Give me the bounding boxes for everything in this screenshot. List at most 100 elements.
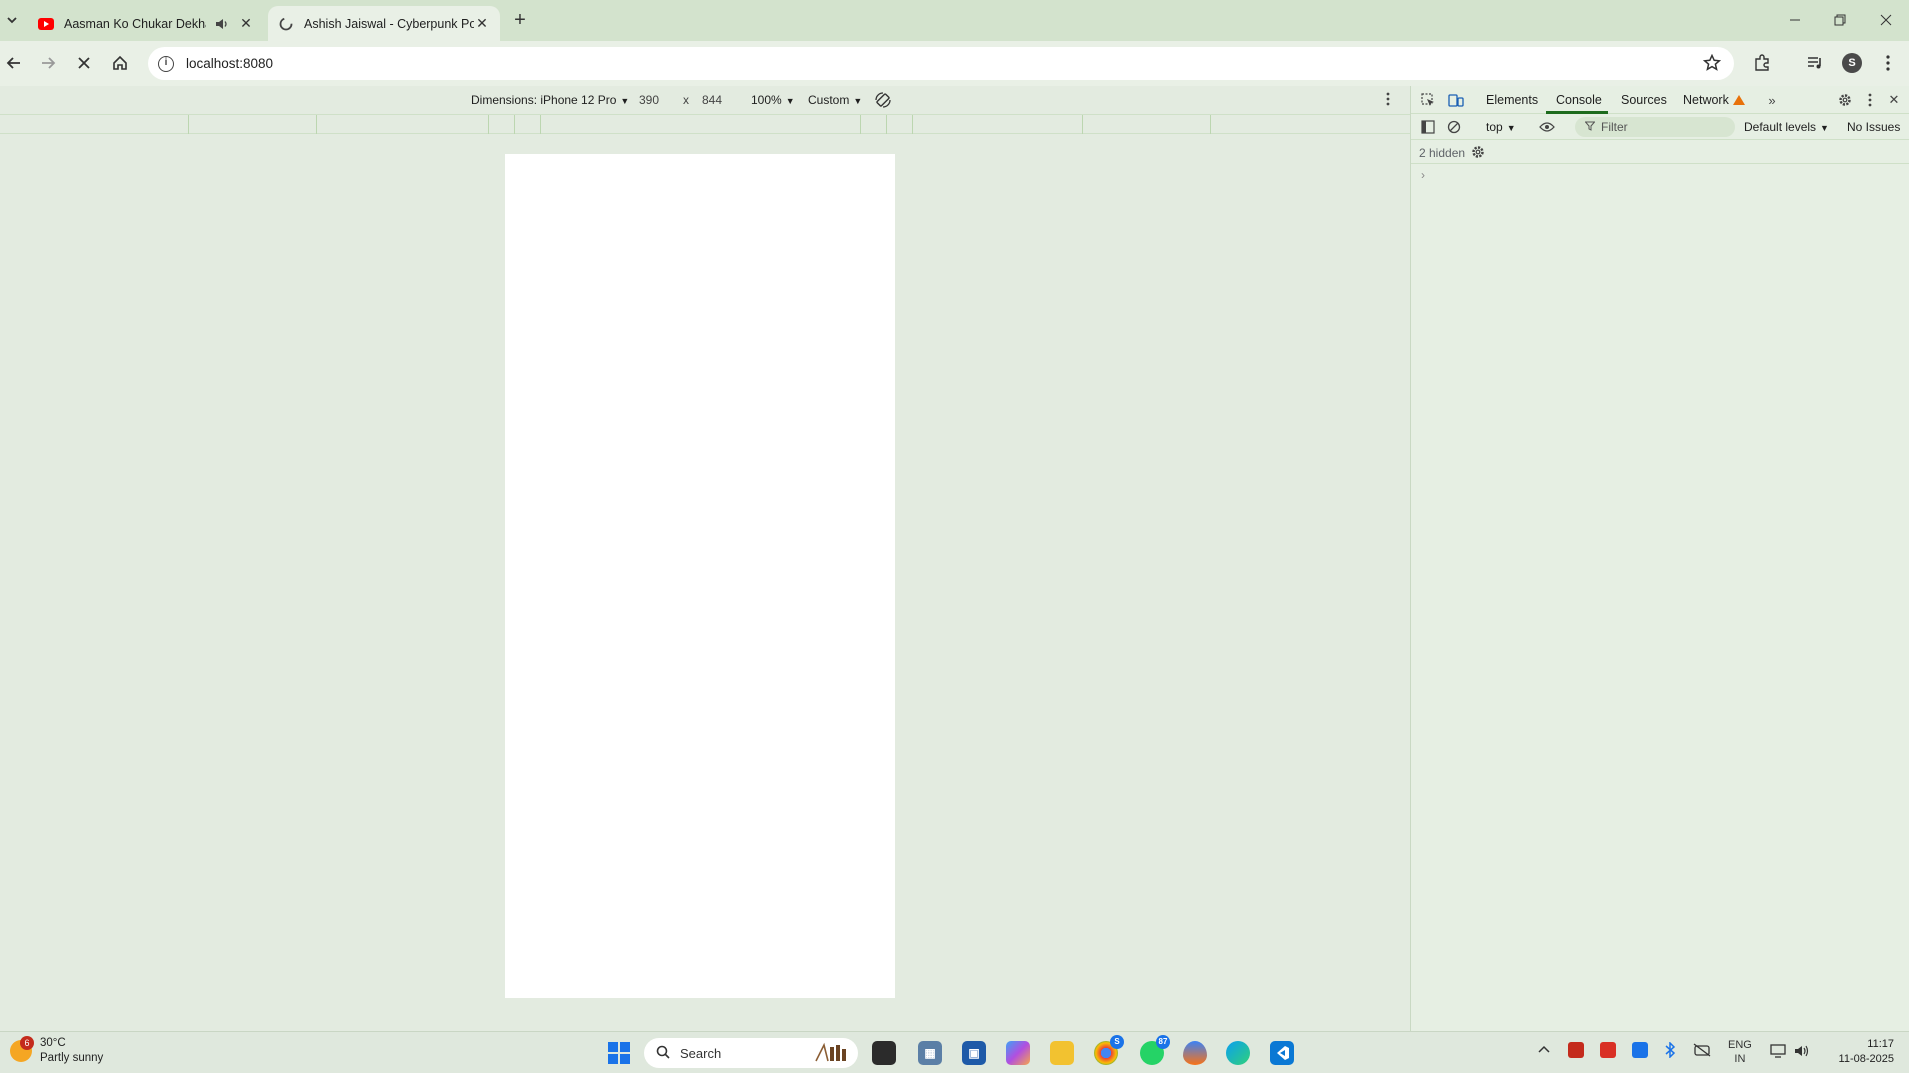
extensions-puzzle-icon[interactable] — [1750, 51, 1774, 75]
vscode-icon[interactable] — [1270, 1041, 1294, 1065]
device-width-input[interactable]: 390 — [639, 93, 659, 107]
bluetooth-icon[interactable] — [1664, 1041, 1676, 1061]
log-levels-label: Default levels — [1744, 120, 1817, 134]
filter-input[interactable]: Filter — [1575, 117, 1735, 137]
network-off-icon[interactable] — [1693, 1043, 1711, 1060]
chrome-icon[interactable]: S — [1094, 1035, 1124, 1065]
devtools-menu-icon[interactable] — [1861, 91, 1879, 109]
close-window-icon[interactable] — [1864, 6, 1908, 34]
media-query-ruler[interactable] — [0, 114, 1410, 134]
bookmark-star-icon[interactable] — [1700, 51, 1724, 75]
copilot-icon[interactable] — [1006, 1041, 1030, 1065]
ruler-tick — [912, 115, 913, 134]
input-language[interactable]: ENG IN — [1728, 1038, 1752, 1066]
weather-notification-badge: 6 — [20, 1036, 34, 1050]
tab-title: Ashish Jaiswal - Cyberpunk Port — [304, 16, 474, 31]
taskbar-search[interactable]: Search — [644, 1038, 858, 1068]
tab-strip: Aasman Ko Chukar Dekha | ✕ Ashish Jaiswa… — [0, 0, 1909, 41]
clock-date: 11-08-2025 — [1838, 1053, 1894, 1065]
browser-menu-icon[interactable] — [1876, 51, 1900, 75]
hidden-count: 2 hidden — [1419, 146, 1466, 160]
console-toolbar: top ▼ Filter Default levels ▼ No Issues — [1411, 114, 1909, 140]
tab-youtube[interactable]: Aasman Ko Chukar Dekha | ✕ — [28, 6, 264, 41]
tray-security-icon[interactable] — [1632, 1042, 1648, 1058]
ruler-tick — [188, 115, 189, 134]
tab-console[interactable]: Console — [1556, 93, 1602, 107]
tab-elements[interactable]: Elements — [1486, 93, 1538, 107]
chevron-down-icon: ▼ — [785, 96, 795, 106]
store-icon[interactable]: ▣ — [962, 1041, 986, 1065]
inspect-element-icon[interactable] — [1419, 91, 1437, 109]
stop-loading-icon[interactable] — [70, 49, 98, 77]
file-explorer-icon[interactable] — [1050, 1041, 1074, 1065]
media-queue-icon[interactable] — [1803, 51, 1827, 75]
close-devtools-icon[interactable]: ✕ — [1885, 91, 1903, 109]
clock-time: 11:17 — [1867, 1038, 1894, 1050]
url-text[interactable]: localhost:8080 — [186, 56, 273, 71]
system-clock[interactable]: 11:17 11-08-2025 — [1826, 1037, 1894, 1067]
log-levels-select[interactable]: Default levels ▼ — [1744, 120, 1829, 134]
warning-icon — [1732, 95, 1745, 105]
profile-avatar[interactable]: S — [1842, 53, 1862, 73]
ruler-tick — [540, 115, 541, 134]
ruler-tick — [316, 115, 317, 134]
speaker-icon[interactable] — [214, 16, 230, 32]
site-info-icon[interactable]: i — [158, 55, 174, 72]
restore-icon[interactable] — [1818, 6, 1862, 34]
settings-gear-icon[interactable] — [1836, 91, 1854, 109]
chrome-profile-badge: S — [1110, 1035, 1124, 1049]
live-expression-eye-icon[interactable] — [1538, 118, 1556, 136]
close-tab-icon[interactable]: ✕ — [238, 15, 254, 32]
tab-network-label: Network — [1683, 93, 1729, 107]
sidebar-toggle-icon[interactable] — [1419, 118, 1437, 136]
throttle-select[interactable]: Custom ▼ — [808, 93, 862, 107]
globe-loading-icon — [278, 16, 294, 32]
home-icon[interactable] — [106, 49, 134, 77]
weather-widget[interactable]: 6 30°C Partly sunny — [10, 1036, 103, 1066]
console-prompt[interactable]: › — [1421, 168, 1425, 182]
input-language-region: IN — [1734, 1053, 1746, 1065]
start-windows-icon[interactable] — [608, 1042, 630, 1064]
device-toggle-icon[interactable] — [1447, 91, 1465, 109]
tab-sources[interactable]: Sources — [1621, 93, 1667, 107]
devtools-tab-bar: Elements Console Sources Network » ✕ — [1411, 86, 1909, 114]
clear-console-icon[interactable] — [1445, 118, 1463, 136]
tab-network[interactable]: Network — [1683, 93, 1745, 107]
back-icon[interactable] — [0, 49, 28, 77]
windows-taskbar: 6 30°C Partly sunny Search ▦ ▣ S 87 ENG … — [0, 1031, 1909, 1073]
display-network-icon[interactable] — [1770, 1044, 1786, 1061]
tab-title: Aasman Ko Chukar Dekha | — [64, 16, 206, 31]
console-settings-gear-icon[interactable] — [1469, 143, 1487, 161]
tab-search-chevron-icon[interactable] — [2, 10, 22, 30]
minimize-icon[interactable] — [1773, 6, 1817, 34]
edge-icon[interactable] — [1226, 1041, 1250, 1065]
more-tabs-chevron-icon[interactable]: » — [1763, 91, 1781, 109]
zoom-select[interactable]: 100% ▼ — [751, 93, 795, 107]
address-bar[interactable]: i localhost:8080 — [148, 47, 1734, 80]
issues-button[interactable]: No Issues — [1847, 120, 1900, 134]
volume-icon[interactable] — [1794, 1044, 1810, 1061]
whatsapp-icon[interactable]: 87 — [1140, 1035, 1170, 1065]
tray-overflow-chevron-icon[interactable] — [1538, 1044, 1550, 1057]
rotate-icon[interactable] — [874, 91, 892, 112]
forward-icon[interactable] — [34, 49, 62, 77]
dimension-times-label: x — [683, 93, 689, 107]
hidden-messages-row: 2 hidden — [1411, 140, 1909, 164]
tray-app-red-icon[interactable] — [1600, 1042, 1616, 1058]
search-label: Search — [680, 1045, 722, 1061]
close-tab-icon[interactable]: ✕ — [474, 15, 490, 32]
new-tab-button[interactable]: + — [508, 9, 532, 33]
ruler-tick — [1082, 115, 1083, 134]
tab-portfolio[interactable]: Ashish Jaiswal - Cyberpunk Port ✕ — [268, 6, 500, 41]
device-height-input[interactable]: 844 — [702, 93, 722, 107]
input-language-code: ENG — [1728, 1039, 1752, 1051]
context-select[interactable]: top ▼ — [1486, 120, 1516, 134]
tray-app-q-icon[interactable] — [1568, 1042, 1584, 1058]
device-toolbar-more-icon[interactable] — [1386, 92, 1390, 109]
device-screen[interactable] — [505, 154, 895, 998]
droplet-app-icon[interactable] — [1183, 1041, 1207, 1065]
ruler-tick — [860, 115, 861, 134]
device-dimensions-select[interactable]: Dimensions: iPhone 12 Pro ▼ — [471, 93, 629, 107]
calculator-icon[interactable]: ▦ — [918, 1041, 942, 1065]
task-view-icon[interactable] — [872, 1041, 896, 1065]
